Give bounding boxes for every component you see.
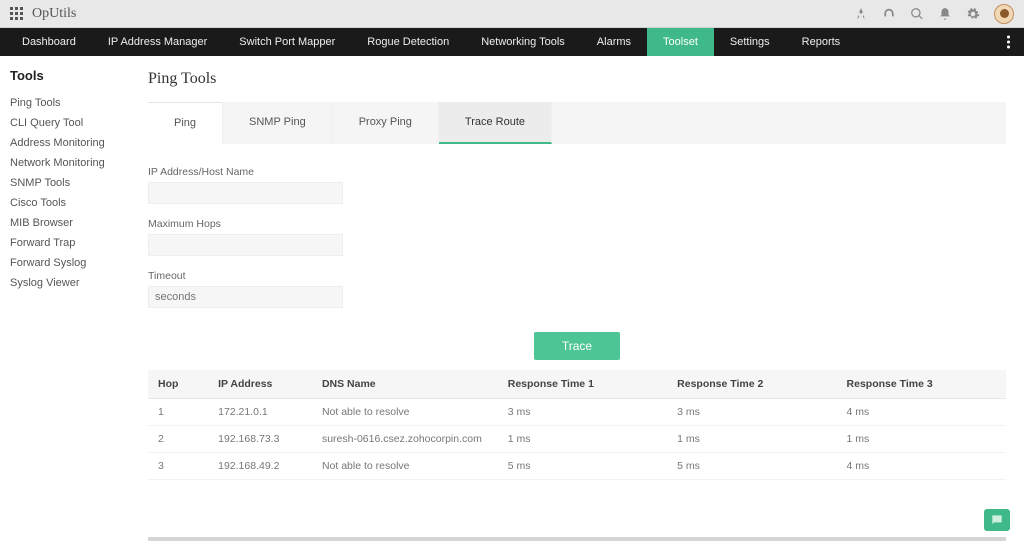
th-r2: Response Time 2	[667, 370, 836, 399]
nav-toolset[interactable]: Toolset	[647, 28, 714, 56]
cell-r3: 4 ms	[837, 453, 1006, 480]
cell-hop: 2	[148, 426, 208, 453]
tab-filler	[552, 102, 1006, 144]
apps-grid-icon[interactable]	[10, 7, 24, 21]
chat-icon[interactable]	[984, 509, 1010, 531]
tab-ping[interactable]: Ping	[148, 102, 223, 144]
table-row: 3 192.168.49.2 Not able to resolve 5 ms …	[148, 453, 1006, 480]
ip-input[interactable]	[148, 182, 343, 204]
rocket-icon[interactable]	[854, 7, 868, 21]
nav-more-icon[interactable]	[999, 28, 1018, 56]
cell-dns: suresh-0616.csez.zohocorpin.com	[312, 426, 498, 453]
tab-row: Ping SNMP Ping Proxy Ping Trace Route	[148, 102, 1006, 144]
timeout-label: Timeout	[148, 270, 1006, 282]
cell-r2: 5 ms	[667, 453, 836, 480]
nav-dashboard[interactable]: Dashboard	[6, 28, 92, 56]
nav-reports[interactable]: Reports	[786, 28, 857, 56]
nav-networking-tools[interactable]: Networking Tools	[465, 28, 581, 56]
main-content: Ping Tools Ping SNMP Ping Proxy Ping Tra…	[130, 56, 1024, 541]
hops-label: Maximum Hops	[148, 218, 1006, 230]
cell-r1: 3 ms	[498, 399, 667, 426]
sidebar-title: Tools	[10, 68, 120, 83]
tab-snmp-ping[interactable]: SNMP Ping	[223, 102, 333, 144]
tab-trace-route[interactable]: Trace Route	[439, 102, 552, 144]
cell-ip: 172.21.0.1	[208, 399, 312, 426]
nav-ip-address-manager[interactable]: IP Address Manager	[92, 28, 223, 56]
cell-ip: 192.168.49.2	[208, 453, 312, 480]
sidebar-item-mib-browser[interactable]: MIB Browser	[10, 213, 120, 233]
cell-r2: 1 ms	[667, 426, 836, 453]
sidebar-item-cli-query-tool[interactable]: CLI Query Tool	[10, 113, 120, 133]
th-dns: DNS Name	[312, 370, 498, 399]
cell-ip: 192.168.73.3	[208, 426, 312, 453]
sidebar-item-address-monitoring[interactable]: Address Monitoring	[10, 133, 120, 153]
th-r3: Response Time 3	[837, 370, 1006, 399]
cell-hop: 1	[148, 399, 208, 426]
nav-settings[interactable]: Settings	[714, 28, 786, 56]
page-title: Ping Tools	[148, 70, 1006, 88]
sidebar-item-network-monitoring[interactable]: Network Monitoring	[10, 153, 120, 173]
trace-button[interactable]: Trace	[534, 332, 620, 360]
tab-proxy-ping[interactable]: Proxy Ping	[333, 102, 439, 144]
sidebar-item-ping-tools[interactable]: Ping Tools	[10, 93, 120, 113]
gear-icon[interactable]	[966, 7, 980, 21]
horizontal-scrollbar[interactable]	[148, 537, 1006, 541]
cell-r1: 1 ms	[498, 426, 667, 453]
bell-icon[interactable]	[938, 7, 952, 21]
th-r1: Response Time 1	[498, 370, 667, 399]
headset-icon[interactable]	[882, 7, 896, 21]
cell-r2: 3 ms	[667, 399, 836, 426]
brand-name: OpUtils	[32, 6, 76, 22]
sidebar: Tools Ping Tools CLI Query Tool Address …	[0, 56, 130, 541]
top-nav: Dashboard IP Address Manager Switch Port…	[0, 28, 1024, 56]
sidebar-item-snmp-tools[interactable]: SNMP Tools	[10, 173, 120, 193]
sidebar-item-syslog-viewer[interactable]: Syslog Viewer	[10, 273, 120, 293]
trace-table: Hop IP Address DNS Name Response Time 1 …	[148, 370, 1006, 480]
timeout-input[interactable]	[148, 286, 343, 308]
th-hop: Hop	[148, 370, 208, 399]
sidebar-item-forward-trap[interactable]: Forward Trap	[10, 233, 120, 253]
hops-input[interactable]	[148, 234, 343, 256]
table-row: 2 192.168.73.3 suresh-0616.csez.zohocorp…	[148, 426, 1006, 453]
nav-alarms[interactable]: Alarms	[581, 28, 647, 56]
cell-r3: 1 ms	[837, 426, 1006, 453]
cell-r1: 5 ms	[498, 453, 667, 480]
ip-label: IP Address/Host Name	[148, 166, 1006, 178]
search-icon[interactable]	[910, 7, 924, 21]
avatar[interactable]	[994, 4, 1014, 24]
top-actions	[854, 4, 1014, 24]
sidebar-item-forward-syslog[interactable]: Forward Syslog	[10, 253, 120, 273]
cell-r3: 4 ms	[837, 399, 1006, 426]
table-row: 1 172.21.0.1 Not able to resolve 3 ms 3 …	[148, 399, 1006, 426]
nav-switch-port-mapper[interactable]: Switch Port Mapper	[223, 28, 351, 56]
cell-dns: Not able to resolve	[312, 453, 498, 480]
cell-hop: 3	[148, 453, 208, 480]
top-header: OpUtils	[0, 0, 1024, 28]
sidebar-item-cisco-tools[interactable]: Cisco Tools	[10, 193, 120, 213]
th-ip: IP Address	[208, 370, 312, 399]
cell-dns: Not able to resolve	[312, 399, 498, 426]
nav-rogue-detection[interactable]: Rogue Detection	[351, 28, 465, 56]
